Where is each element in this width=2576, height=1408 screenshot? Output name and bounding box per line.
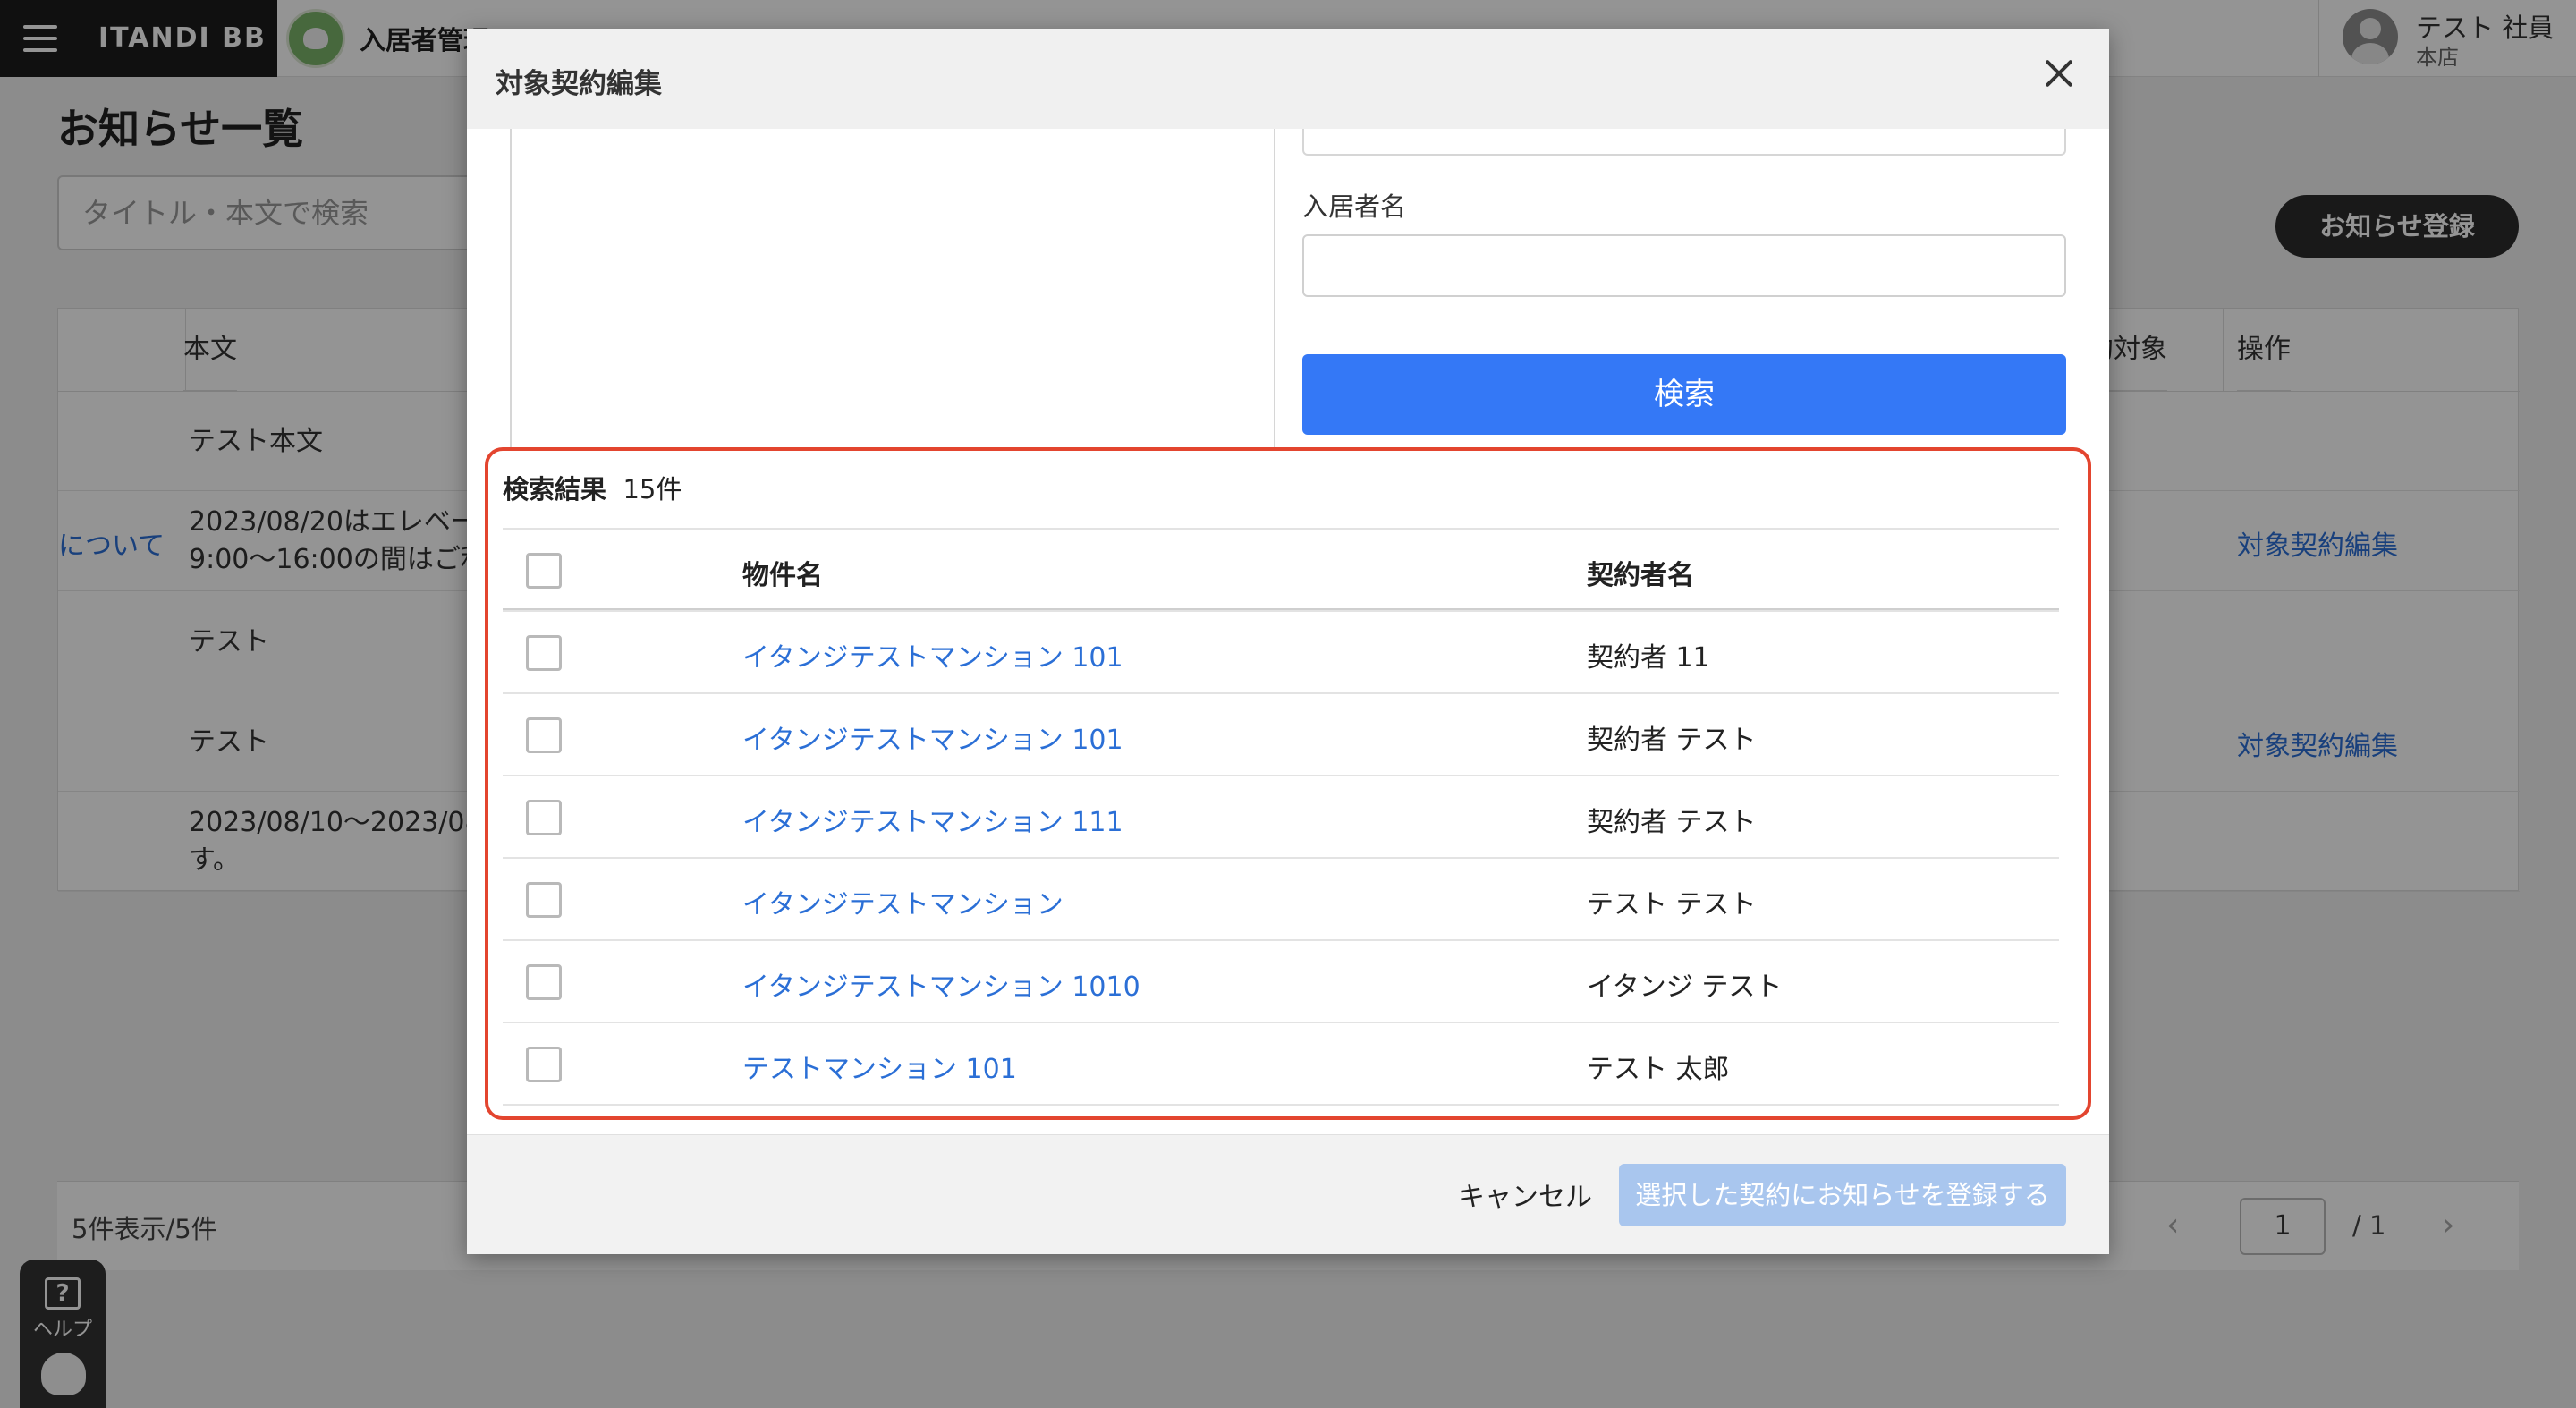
owner-name: テスト テスト	[1587, 889, 1757, 920]
results-count: 15件	[623, 474, 682, 505]
search-button[interactable]: 検索	[1302, 354, 2066, 435]
register-notice-to-selected-button[interactable]: 選択した契約にお知らせを登録する	[1619, 1164, 2066, 1226]
modal-title: 対象契約編集	[496, 68, 662, 100]
resident-name-label: 入居者名	[1302, 191, 1407, 222]
property-link[interactable]: イタンジテストマンション 1010	[742, 964, 1140, 1004]
table-row: イタンジテストマンション 101 契約者 11	[503, 610, 2059, 692]
property-link[interactable]: イタンジテストマンション 101	[742, 717, 1123, 757]
row-checkbox[interactable]	[526, 882, 562, 918]
table-row	[503, 1104, 2059, 1116]
property-link[interactable]: テストマンション 101	[742, 1047, 1017, 1086]
owner-name: 契約者 11	[1587, 642, 1710, 674]
results-label: 検索結果	[503, 474, 607, 505]
table-row: イタンジテストマンション 101 契約者 テスト	[503, 692, 2059, 775]
select-all-checkbox[interactable]	[526, 553, 562, 589]
search-results: 検索結果 15件 物件名 契約者名 イタンジテストマンション 101 契約者 1…	[485, 447, 2091, 1120]
cancel-button[interactable]: キャンセル	[1458, 1175, 1592, 1214]
table-row: イタンジテストマンション テスト テスト	[503, 857, 2059, 939]
row-checkbox[interactable]	[526, 800, 562, 835]
results-header-row: 物件名 契約者名	[503, 528, 2059, 610]
row-checkbox[interactable]	[526, 635, 562, 671]
row-checkbox[interactable]	[526, 717, 562, 753]
column-header-owner: 契約者名	[1587, 560, 1694, 591]
property-link[interactable]: イタンジテストマンション	[742, 882, 1063, 921]
owner-name: イタンジ テスト	[1587, 971, 1783, 1003]
table-row: イタンジテストマンション 111 契約者 テスト	[503, 775, 2059, 857]
owner-name: 契約者 テスト	[1587, 807, 1757, 838]
close-icon[interactable]	[2041, 55, 2077, 91]
search-field[interactable]	[1302, 129, 2066, 156]
condition-textarea[interactable]	[510, 129, 1275, 462]
row-checkbox[interactable]	[526, 1047, 562, 1082]
owner-name: テスト 太郎	[1587, 1054, 1730, 1085]
modal-footer: キャンセル 選択した契約にお知らせを登録する	[467, 1134, 2109, 1254]
property-link[interactable]: イタンジテストマンション 111	[742, 800, 1123, 839]
owner-name: 契約者 テスト	[1587, 725, 1757, 756]
table-row: イタンジテストマンション 1010 イタンジ テスト	[503, 939, 2059, 1022]
resident-name-input[interactable]	[1302, 234, 2066, 297]
row-checkbox[interactable]	[526, 964, 562, 1000]
results-heading: 検索結果 15件	[503, 469, 682, 506]
edit-target-contracts-modal: 対象契約編集 入居者名 検索 検索結果 15件 物件名 契約者名 イタンジテスト…	[467, 29, 2109, 1254]
property-link[interactable]: イタンジテストマンション 101	[742, 635, 1123, 674]
modal-header: 対象契約編集	[467, 29, 2109, 129]
results-table: 物件名 契約者名 イタンジテストマンション 101 契約者 11 イタンジテスト…	[503, 528, 2059, 1116]
table-row: テストマンション 101 テスト 太郎	[503, 1022, 2059, 1104]
column-header-property: 物件名	[742, 560, 823, 591]
